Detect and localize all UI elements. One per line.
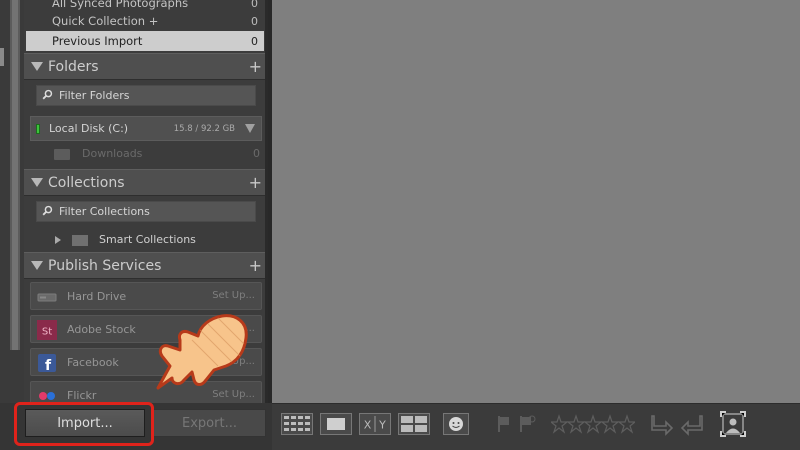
collections-section-body: Filter Collections Smart Collections <box>24 196 265 253</box>
add-publish-service-icon[interactable]: + <box>249 256 262 275</box>
service-name: Facebook <box>67 356 119 369</box>
filter-collections-input[interactable]: Filter Collections <box>36 201 256 222</box>
folder-item-downloads[interactable]: Downloads 0 <box>30 144 262 164</box>
svg-text:X: X <box>364 419 372 432</box>
loupe-view-icon[interactable] <box>320 413 352 435</box>
svg-text:Y: Y <box>378 419 386 432</box>
catalog-item-count: 0 <box>251 0 258 10</box>
expand-arrow-icon[interactable] <box>55 236 61 244</box>
hard-drive-icon <box>37 293 57 302</box>
volume-size: 15.8 / 92.2 GB <box>173 124 235 134</box>
svg-text:f: f <box>45 358 52 373</box>
folder-name: Downloads <box>82 147 143 160</box>
search-icon <box>42 89 53 100</box>
catalog-item-count: 0 <box>251 34 258 48</box>
people-view-icon[interactable] <box>443 413 469 435</box>
star-rating-icon[interactable] <box>551 414 635 434</box>
disk-status-indicator <box>36 124 40 134</box>
collection-set-icon <box>72 235 88 246</box>
section-title: Collections <box>48 174 125 191</box>
add-collection-icon[interactable]: + <box>249 173 262 192</box>
rotate-right-icon[interactable] <box>680 412 704 436</box>
export-button-label: Export... <box>182 415 237 431</box>
section-title: Folders <box>48 58 99 75</box>
import-highlight-outline <box>14 402 154 446</box>
adobe-stock-icon: St <box>37 320 57 340</box>
service-name: Flickr <box>67 389 97 402</box>
facebook-icon: f <box>38 354 56 373</box>
filter-placeholder: Filter Collections <box>59 205 150 218</box>
collections-section-header[interactable]: Collections + <box>24 169 265 196</box>
grid-view-icon[interactable] <box>281 413 313 435</box>
rotate-left-icon[interactable] <box>650 412 674 436</box>
service-name: Adobe Stock <box>67 323 136 336</box>
volume-menu-icon[interactable] <box>245 124 255 133</box>
flag-reject-icon[interactable] <box>518 415 536 433</box>
bottom-toolbar: X Y <box>272 403 800 450</box>
export-button[interactable]: Export... <box>153 409 266 437</box>
folders-section-header[interactable]: Folders + <box>24 53 265 80</box>
collapse-triangle-icon[interactable] <box>31 261 43 270</box>
svg-text:St: St <box>42 327 52 338</box>
survey-view-icon[interactable] <box>398 413 430 435</box>
catalog-item-label: All Synced Photographs <box>52 0 189 10</box>
catalog-item-label: Quick Collection + <box>52 14 159 28</box>
folder-count: 0 <box>253 147 260 160</box>
publish-services-section-header[interactable]: Publish Services + <box>24 252 265 279</box>
smart-collections-item[interactable]: Smart Collections <box>30 230 262 250</box>
search-icon <box>42 205 53 216</box>
filter-placeholder: Filter Folders <box>59 89 130 102</box>
left-panel-edge <box>0 0 24 450</box>
compare-view-icon[interactable]: X Y <box>359 413 391 435</box>
folder-icon <box>54 149 70 160</box>
volume-name: Local Disk (C:) <box>49 122 129 135</box>
flag-pick-icon[interactable] <box>496 415 512 433</box>
main-content-area[interactable] <box>272 0 800 403</box>
catalog-item-previous-import[interactable]: Previous Import 0 <box>26 31 264 51</box>
service-name: Hard Drive <box>67 290 127 303</box>
filter-folders-input[interactable]: Filter Folders <box>36 85 256 106</box>
add-folder-icon[interactable]: + <box>249 57 262 76</box>
volume-row-local-disk[interactable]: Local Disk (C:) 15.8 / 92.2 GB <box>30 116 262 141</box>
catalog-item-label: Previous Import <box>52 34 143 48</box>
collapse-triangle-icon[interactable] <box>31 178 43 187</box>
collection-name: Smart Collections <box>99 233 196 246</box>
section-title: Publish Services <box>48 257 162 274</box>
folders-section-body: Filter Folders Local Disk (C:) 15.8 / 92… <box>24 80 265 170</box>
catalog-item-quick-collection[interactable]: Quick Collection + 0 <box>26 11 264 31</box>
catalog-item-count: 0 <box>251 14 258 28</box>
scrollbar-thumb[interactable] <box>12 0 18 350</box>
collapse-triangle-icon[interactable] <box>31 62 43 71</box>
crop-overlay-icon[interactable] <box>720 411 746 437</box>
pointing-hand-icon <box>156 314 248 390</box>
panel-toggle-handle[interactable] <box>0 48 4 66</box>
